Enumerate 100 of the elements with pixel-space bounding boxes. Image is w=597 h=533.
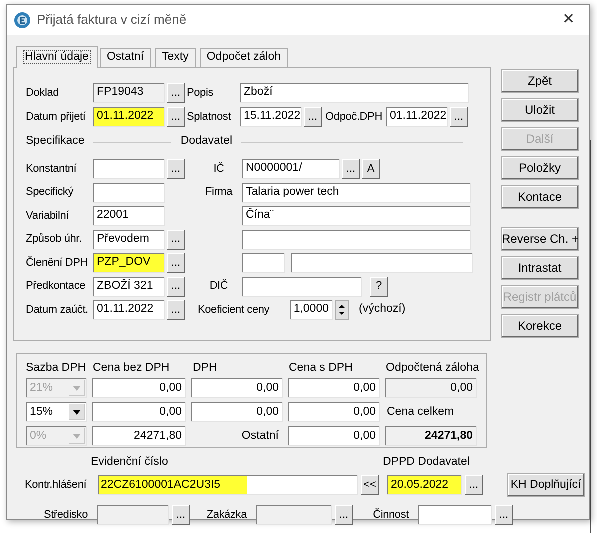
- text-field[interactable]: [97, 505, 169, 526]
- text-field[interactable]: N0000001/: [242, 159, 340, 179]
- number-field[interactable]: 1,0000: [290, 300, 333, 320]
- field-label: Datum přijetí: [26, 110, 87, 125]
- picker-button[interactable]: ...: [167, 300, 185, 320]
- field-label: Doklad: [26, 86, 60, 101]
- section-heading: Dodavatel: [180, 134, 234, 150]
- text-field[interactable]: Převodem: [93, 230, 165, 250]
- field-label: Předkontace: [26, 279, 87, 294]
- text-field[interactable]: 0,00: [288, 402, 380, 422]
- field-label: Zakázka: [206, 508, 247, 523]
- text-field[interactable]: FP19043: [93, 83, 165, 103]
- picker-button[interactable]: ...: [167, 253, 185, 273]
- text-field[interactable]: 24271,80: [385, 426, 477, 446]
- picker-button[interactable]: ...: [342, 159, 360, 179]
- text-field[interactable]: 0,00: [191, 402, 283, 422]
- action-button[interactable]: Reverse Ch. +: [501, 227, 579, 251]
- picker-button[interactable]: ...: [465, 475, 483, 496]
- text-field[interactable]: [93, 159, 165, 179]
- text-field[interactable]: [242, 230, 471, 250]
- field-label: Cena celkem: [386, 404, 454, 420]
- field-label: Kontr.hlášení: [25, 478, 88, 493]
- text-field[interactable]: 01.11.2022: [93, 107, 165, 127]
- tab[interactable]: Hlavní údaje: [16, 46, 98, 68]
- rate-dropdown[interactable]: 15%: [26, 402, 87, 422]
- text-field[interactable]: Zboží: [240, 83, 469, 103]
- column-header: DPPD Dodavatel: [383, 455, 470, 470]
- column-header: Sazba DPH: [26, 361, 88, 376]
- field-label: Koeficient ceny: [198, 302, 271, 318]
- column-header: Evidenční číslo: [91, 455, 170, 470]
- column-header: Cena s DPH: [289, 361, 354, 376]
- picker-button[interactable]: ...: [167, 159, 185, 179]
- text-field[interactable]: [242, 276, 362, 296]
- field-label: Popis: [187, 86, 215, 101]
- field-label: Specifický: [26, 185, 75, 200]
- text-field[interactable]: [93, 182, 165, 202]
- close-button[interactable]: ✕: [556, 8, 582, 32]
- transfer-button[interactable]: <<: [361, 475, 379, 496]
- text-field[interactable]: 22CZ6100001AC2U3I5: [98, 475, 358, 496]
- spinner-icon: [335, 300, 349, 320]
- picker-button[interactable]: ...: [167, 276, 185, 296]
- text-field[interactable]: 01.11.2022: [386, 107, 448, 127]
- text-field[interactable]: 01.11.2022: [93, 300, 165, 320]
- action-button[interactable]: Intrastat: [501, 256, 579, 280]
- column-header: Cena bez DPH: [93, 361, 171, 376]
- text-field[interactable]: 15.11.2022: [240, 107, 302, 127]
- text-field[interactable]: 20.05.2022: [387, 475, 462, 496]
- section-heading: Specifikace: [26, 134, 86, 150]
- action-button[interactable]: Korekce: [501, 314, 579, 338]
- field-label: Firma: [204, 185, 234, 200]
- text-field[interactable]: [242, 253, 285, 273]
- text-field[interactable]: ZBOŽÍ 321: [93, 276, 165, 296]
- picker-button[interactable]: ...: [304, 107, 322, 127]
- text-field[interactable]: Talaria power tech: [242, 182, 471, 202]
- text-field[interactable]: 0,00: [385, 378, 477, 398]
- text-field[interactable]: 0,00: [92, 402, 186, 422]
- action-button[interactable]: Kontace: [501, 185, 579, 209]
- dropdown-arrow-icon: [69, 380, 85, 396]
- tab[interactable]: Texty: [155, 48, 196, 67]
- column-header: Odpočtená záloha: [386, 361, 480, 376]
- field-label: IČ: [212, 161, 226, 177]
- field-label: Konstantní: [26, 162, 78, 177]
- field-label: Činnost: [372, 507, 409, 523]
- field-label: Středisko: [42, 508, 88, 523]
- dropdown-arrow-icon: [69, 428, 85, 444]
- field-label: Variabilní: [26, 208, 70, 224]
- text-field[interactable]: [418, 505, 492, 526]
- picker-button[interactable]: ...: [167, 83, 185, 103]
- app-logo-icon: [14, 12, 31, 28]
- field-value: 22CZ6100001AC2U3I5: [99, 476, 247, 494]
- tab[interactable]: Odpočet záloh: [200, 48, 288, 67]
- action-button[interactable]: Položky: [501, 156, 579, 180]
- help-button[interactable]: ?: [370, 276, 388, 296]
- field-label: Splatnost: [187, 110, 232, 125]
- text-field[interactable]: [256, 505, 332, 526]
- dropdown-arrow-icon: [69, 404, 85, 420]
- lookup-button[interactable]: A: [362, 159, 380, 179]
- text-field[interactable]: Čína¨: [242, 206, 471, 226]
- action-button[interactable]: Uložit: [501, 98, 579, 122]
- field-label: DIČ: [208, 278, 230, 294]
- column-header: DPH: [193, 361, 218, 376]
- picker-button[interactable]: ...: [450, 107, 468, 127]
- picker-button[interactable]: ...: [167, 230, 185, 250]
- text-field[interactable]: 22001: [93, 206, 165, 226]
- picker-button[interactable]: ...: [335, 505, 353, 526]
- text-field[interactable]: [291, 253, 473, 273]
- note-text: (výchozí): [359, 302, 406, 318]
- text-field[interactable]: PZP_DOV: [93, 253, 165, 273]
- field-label: Způsob úhr.: [26, 232, 83, 248]
- picker-button[interactable]: ...: [495, 505, 513, 526]
- field-label: Členění DPH: [26, 255, 89, 271]
- picker-button[interactable]: ...: [172, 505, 190, 526]
- window-title: Přijatá faktura v cizí měně: [37, 11, 188, 30]
- field-label: Ostatní: [240, 428, 280, 444]
- tab[interactable]: Ostatní: [100, 48, 152, 67]
- action-button[interactable]: KH Doplňující: [507, 473, 585, 498]
- field-label: Odpoč.DPH: [324, 110, 384, 125]
- picker-button[interactable]: ...: [167, 107, 185, 127]
- action-button[interactable]: Zpět: [501, 69, 579, 93]
- field-label: Datum zaúčt.: [26, 302, 90, 318]
